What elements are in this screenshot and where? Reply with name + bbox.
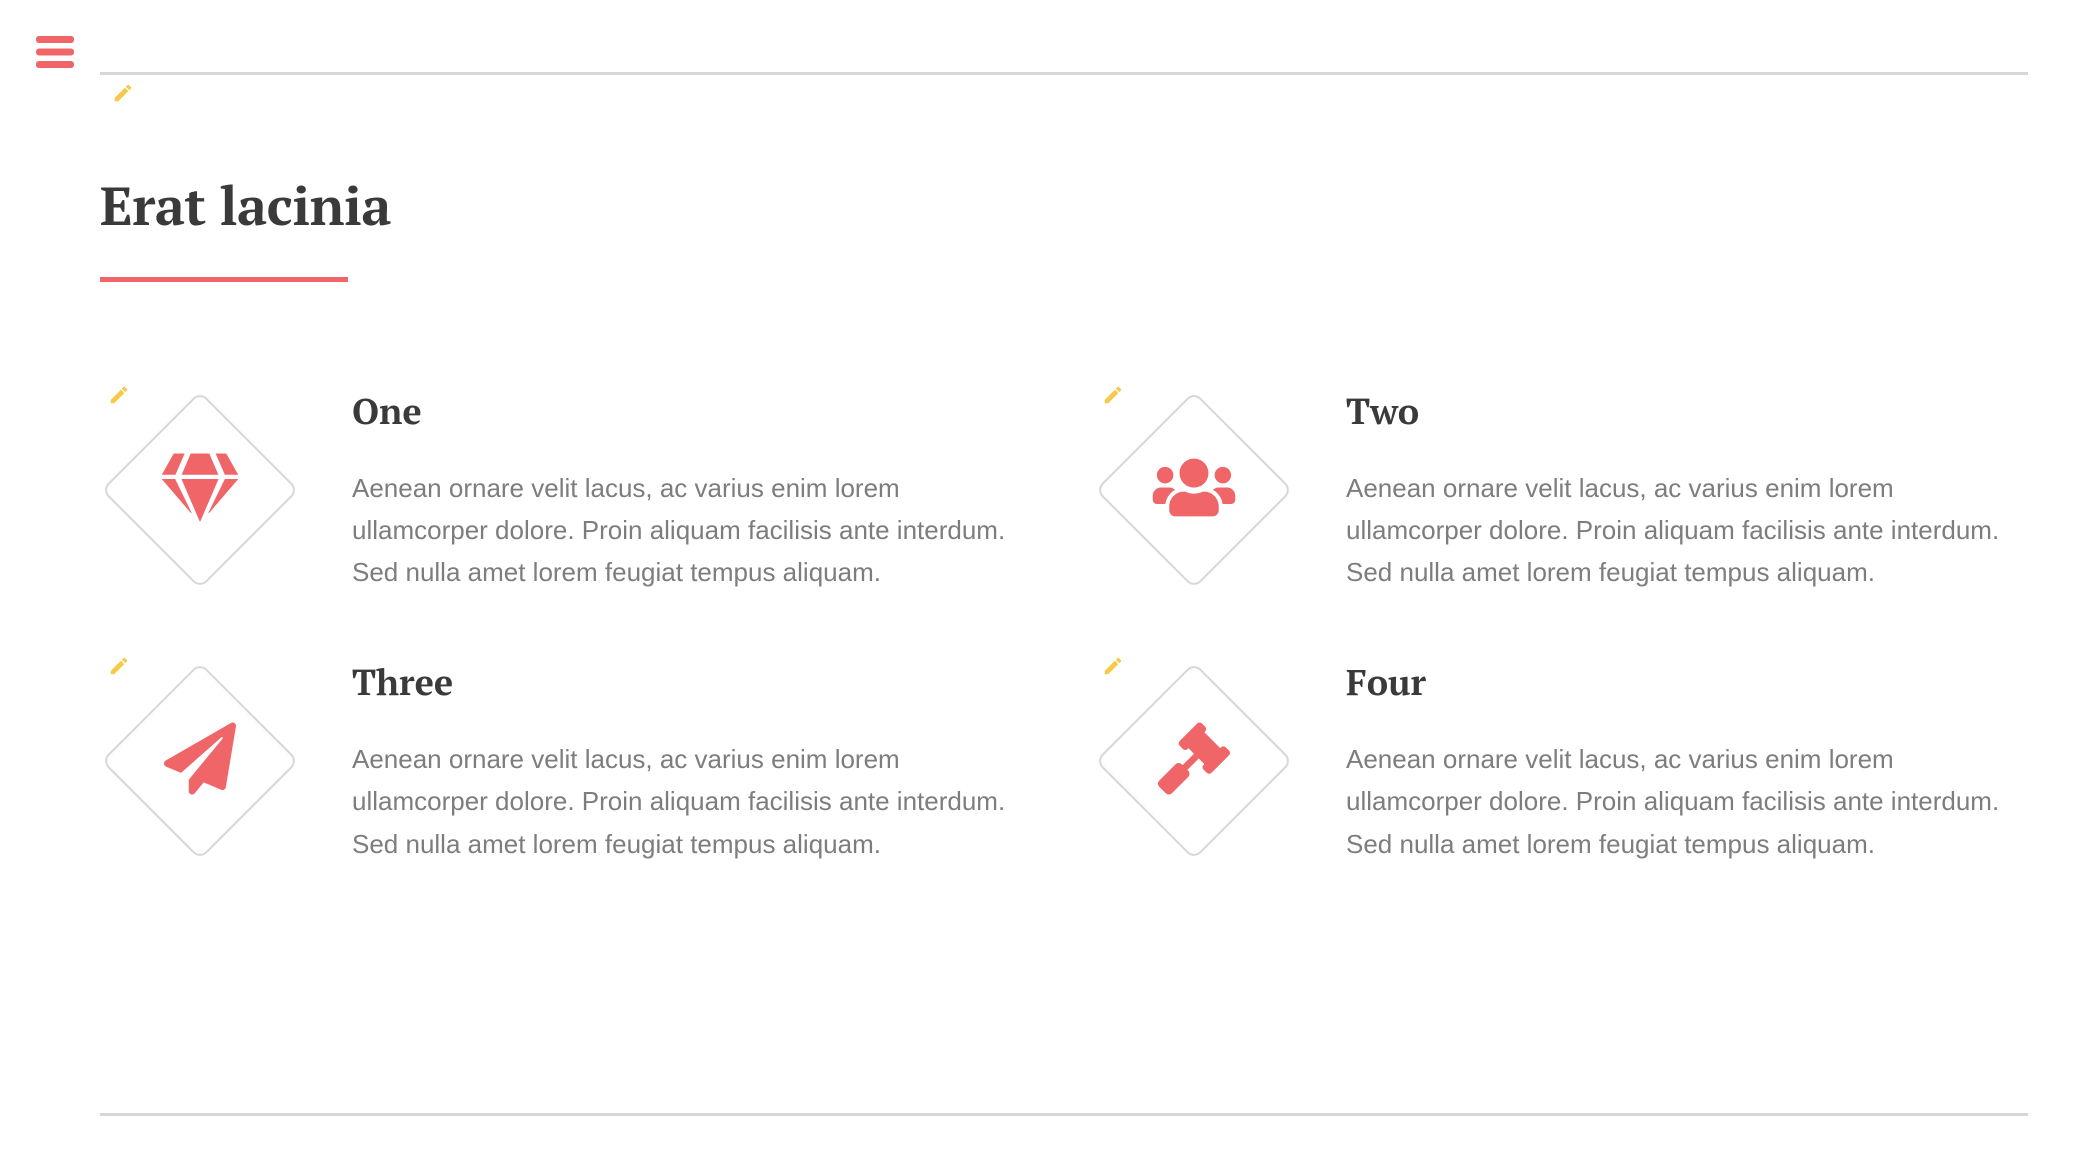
users-icon <box>1152 455 1236 526</box>
feature-description: Aenean ornare velit lacus, ac varius eni… <box>1346 738 2028 864</box>
feature-title: One <box>352 388 1034 435</box>
pencil-icon <box>112 82 134 104</box>
bottom-divider <box>100 1113 2028 1116</box>
feature-title: Three <box>352 659 1034 706</box>
gavel-icon <box>1158 723 1230 800</box>
feature-body: Four Aenean ornare velit lacus, ac variu… <box>1346 653 2028 864</box>
hamburger-icon <box>36 36 74 68</box>
feature-body: One Aenean ornare velit lacus, ac varius… <box>352 382 1034 593</box>
feature-description: Aenean ornare velit lacus, ac varius eni… <box>1346 467 2028 593</box>
feature-item: Two Aenean ornare velit lacus, ac varius… <box>1094 382 2028 593</box>
top-divider <box>100 72 2028 75</box>
feature-title: Four <box>1346 659 2028 706</box>
title-underline <box>100 277 348 282</box>
feature-icon-wrap <box>1094 390 1294 590</box>
page-title: Erat lacinia <box>100 170 2028 241</box>
feature-item: Three Aenean ornare velit lacus, ac vari… <box>100 653 1034 864</box>
feature-description: Aenean ornare velit lacus, ac varius eni… <box>352 467 1034 593</box>
feature-body: Three Aenean ornare velit lacus, ac vari… <box>352 653 1034 864</box>
feature-title: Two <box>1346 388 2028 435</box>
features-grid: One Aenean ornare velit lacus, ac varius… <box>100 382 2028 865</box>
hamburger-menu-button[interactable] <box>36 36 74 68</box>
main-content: Erat lacinia One Aenean ornare velit lac <box>100 170 2028 865</box>
feature-item: One Aenean ornare velit lacus, ac varius… <box>100 382 1034 593</box>
feature-icon-wrap <box>100 390 300 590</box>
edit-section-button[interactable] <box>112 82 134 104</box>
feature-icon-wrap <box>1094 661 1294 861</box>
gem-icon <box>161 454 239 527</box>
feature-item: Four Aenean ornare velit lacus, ac variu… <box>1094 653 2028 864</box>
feature-description: Aenean ornare velit lacus, ac varius eni… <box>352 738 1034 864</box>
paper-plane-icon <box>164 723 236 800</box>
feature-body: Two Aenean ornare velit lacus, ac varius… <box>1346 382 2028 593</box>
feature-icon-wrap <box>100 661 300 861</box>
